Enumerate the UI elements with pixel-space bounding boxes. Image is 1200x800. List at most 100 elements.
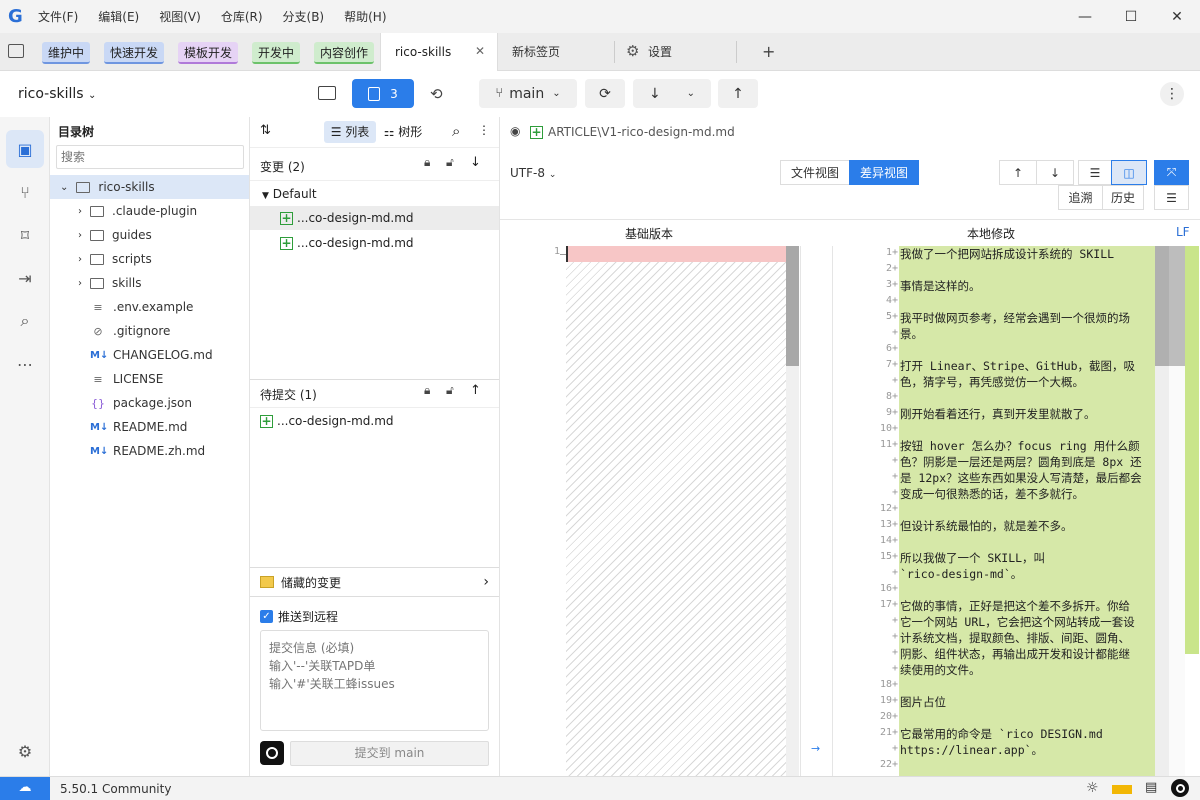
more-menu-button[interactable]: ⋮ — [1160, 82, 1184, 106]
base-scrollbar[interactable] — [786, 246, 799, 776]
tree-root[interactable]: ⌄ rico-skills — [50, 175, 249, 199]
repo-selector[interactable]: rico-skills ⌄ — [18, 86, 96, 102]
tree-search-input[interactable] — [56, 145, 244, 169]
tab-active[interactable]: rico-skills ✕ — [380, 33, 498, 71]
history-icon[interactable]: ⟲ — [430, 85, 443, 103]
line-number: 14+ — [879, 535, 898, 546]
split-view-button[interactable]: ◫ — [1111, 160, 1147, 185]
checkbox-checked-icon[interactable]: ✓ — [260, 610, 273, 623]
tree-file[interactable]: ≡ .env.example — [50, 295, 249, 319]
tree-view-toggle[interactable]: ⚏ 树形 — [380, 121, 426, 143]
tree-file[interactable]: ⊘ .gitignore — [50, 319, 249, 343]
maximize-icon[interactable]: ☐ — [1108, 0, 1154, 33]
status-indicator[interactable] — [1112, 785, 1132, 794]
arrow-up-icon[interactable]: ↑ — [470, 383, 481, 398]
diff-line: https://linear.app`。 — [900, 743, 1044, 757]
activity-settings-icon[interactable]: ⚙ — [6, 732, 44, 770]
list-view-toggle[interactable]: ☰ 列表 — [324, 121, 376, 143]
menu-button[interactable]: ☰ — [1154, 185, 1189, 210]
tree-file[interactable]: M↓ CHANGELOG.md — [50, 343, 249, 367]
tree-folder[interactable]: › skills — [50, 271, 249, 295]
activity-search-icon[interactable]: ⌕ — [6, 302, 44, 340]
minimize-icon[interactable]: — — [1062, 0, 1108, 33]
activity-stash-icon[interactable]: ⇥ — [6, 259, 44, 297]
gear-icon[interactable]: ⚙ — [626, 44, 639, 59]
search-icon[interactable]: ⌕ — [452, 122, 460, 140]
menu-repo[interactable]: 仓库(R) — [221, 8, 263, 25]
eye-icon[interactable]: ◉ — [510, 124, 520, 138]
activity-changes-icon[interactable]: ▣ — [6, 130, 44, 168]
history-button[interactable]: 历史 — [1102, 185, 1144, 210]
push-to-remote[interactable]: ✓ 推送到远程 — [260, 608, 338, 625]
menu-view[interactable]: 视图(V) — [159, 8, 201, 25]
scroll-thumb[interactable] — [1155, 246, 1169, 366]
lock-icon[interactable]: 🔒︎ — [424, 383, 430, 398]
eol-label[interactable]: LF — [1176, 225, 1190, 239]
tab-tag-maintaining[interactable]: 维护中 — [42, 42, 91, 64]
tab-close-icon[interactable]: ✕ — [475, 44, 485, 58]
staged-file-row[interactable]: + ...co-design-md.md — [250, 409, 499, 433]
tree-folder[interactable]: › scripts — [50, 247, 249, 271]
prev-change-button[interactable]: ↑ — [999, 160, 1037, 185]
chevron-down-icon: ⌄ — [686, 88, 696, 99]
next-change-button[interactable]: ↓ — [1036, 160, 1074, 185]
change-file-row[interactable]: + ...co-design-md.md — [250, 231, 499, 255]
close-window-icon[interactable]: ✕ — [1154, 0, 1200, 33]
activity-tag-icon[interactable]: ⌑ — [6, 216, 44, 254]
stash-row[interactable]: 储藏的变更 › — [250, 568, 499, 596]
inline-view-button[interactable]: ☰ — [1078, 160, 1112, 185]
arrow-right-icon[interactable]: → — [811, 742, 820, 755]
activity-more-icon[interactable]: ⋯ — [6, 345, 44, 383]
push-button[interactable]: ↑ — [718, 79, 758, 108]
tree-folder[interactable]: › guides — [50, 223, 249, 247]
tree-file[interactable]: ≡ LICENSE — [50, 367, 249, 391]
tab-tag-rapid-dev[interactable]: 快速开发 — [104, 42, 165, 64]
unlock-icon[interactable]: 🔓︎ — [446, 383, 454, 398]
menu-edit[interactable]: 编辑(E) — [98, 8, 139, 25]
diff-line: 我平时做网页参考，经常会遇到一个很烦的场 — [900, 311, 1130, 325]
activity-branch-icon[interactable]: ⑂ — [6, 173, 44, 211]
tree-file[interactable]: {} package.json — [50, 391, 249, 415]
change-group[interactable]: ▼ Default — [262, 187, 317, 201]
theme-icon[interactable]: ☼ — [1086, 780, 1099, 796]
lock-icon[interactable]: 🔒︎ — [424, 155, 430, 170]
ai-commit-button[interactable] — [260, 741, 284, 765]
tab-settings[interactable]: 设置 — [648, 33, 672, 71]
add-tab-button[interactable]: + — [762, 42, 775, 61]
branch-selector[interactable]: ⑂ main ⌄ — [479, 79, 577, 108]
diff-view-button[interactable]: 差异视图 — [849, 160, 919, 185]
scroll-thumb[interactable] — [786, 246, 799, 366]
tab-tag-template-dev[interactable]: 模板开发 — [178, 42, 239, 64]
trace-button[interactable]: 追溯 — [1058, 185, 1103, 210]
local-scrollbar[interactable] — [1155, 246, 1169, 776]
tree-folder[interactable]: › .claude-plugin — [50, 199, 249, 223]
commit-message-input[interactable] — [260, 630, 489, 731]
file-diff-icon — [368, 86, 381, 101]
unlock-icon[interactable]: 🔓︎ — [446, 155, 454, 170]
kebab-icon[interactable]: ⋮ — [478, 123, 490, 137]
notes-icon[interactable]: ▤ — [1145, 780, 1157, 795]
pull-button[interactable]: ↓ ⌄ — [633, 79, 711, 108]
folder-icon[interactable] — [8, 44, 24, 58]
menu-file[interactable]: 文件(F) — [38, 8, 78, 25]
sync-button[interactable]: ⟳ — [585, 79, 625, 108]
tree-folder-label: guides — [112, 228, 152, 242]
tree-file[interactable]: M↓ README.md — [50, 415, 249, 439]
file-view-button[interactable]: 文件视图 — [780, 160, 850, 185]
monitor-icon[interactable] — [318, 86, 336, 100]
sort-icon[interactable]: ⇅ — [260, 123, 271, 138]
tree-file[interactable]: M↓ README.zh.md — [50, 439, 249, 463]
change-file-row[interactable]: + ...co-design-md.md — [250, 206, 499, 230]
arrow-down-icon[interactable]: ↓ — [470, 155, 481, 170]
changes-button[interactable]: 3 — [352, 79, 414, 108]
menu-branch[interactable]: 分支(B) — [283, 8, 325, 25]
collapse-button[interactable]: ⤧ — [1154, 160, 1189, 185]
cloud-icon[interactable]: ☁ — [0, 777, 50, 800]
commit-button[interactable]: 提交到 main — [290, 741, 489, 766]
tab-tag-content[interactable]: 内容创作 — [314, 42, 375, 64]
tab-tag-in-dev[interactable]: 开发中 — [252, 42, 301, 64]
encoding-selector[interactable]: UTF-8 ⌄ — [510, 166, 556, 180]
ai-assistant-icon[interactable] — [1171, 779, 1189, 797]
menu-help[interactable]: 帮助(H) — [344, 8, 386, 25]
tab-new[interactable]: 新标签页 — [512, 33, 560, 71]
